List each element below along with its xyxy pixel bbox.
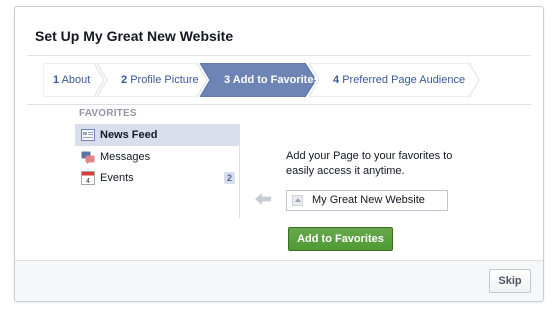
favorite-item-events[interactable]: 4 Events 2	[75, 167, 240, 189]
step-label: Add to Favorites	[232, 74, 320, 86]
events-icon-day: 4	[86, 178, 90, 185]
step-number: 3	[224, 74, 231, 86]
favorite-item-label: News Feed	[100, 129, 158, 141]
favorite-item-label: Messages	[100, 151, 151, 163]
setup-dialog: Set Up My Great New Website 1 About 2 Pr…	[14, 6, 544, 302]
events-count-badge: 2	[223, 172, 235, 184]
messages-icon	[81, 151, 95, 164]
add-to-favorites-button[interactable]: Add to Favorites	[288, 227, 393, 251]
panel-divider	[239, 125, 240, 218]
step-profile-picture[interactable]: 2 Profile Picture	[97, 63, 208, 97]
title-divider	[27, 55, 531, 56]
step-number: 1	[53, 74, 60, 86]
favorite-item-news-feed[interactable]: News Feed	[75, 124, 240, 146]
step-label: About	[61, 74, 91, 86]
step-number: 4	[333, 74, 340, 86]
page-name: My Great New Website	[312, 194, 425, 206]
step-preferred-page-audience[interactable]: 4 Preferred Page Audience	[309, 63, 480, 97]
step-number: 2	[121, 74, 128, 86]
step-label: Preferred Page Audience	[342, 74, 466, 86]
favorite-item-label: Events	[100, 172, 134, 184]
news-feed-icon	[81, 129, 95, 141]
dialog-footer: Skip	[15, 260, 543, 301]
step-add-to-favorites[interactable]: 3 Add to Favorites	[200, 63, 320, 97]
page-picture-icon	[292, 195, 303, 206]
add-to-favorites-instruction: Add your Page to your favorites to easil…	[286, 150, 453, 177]
steps-divider	[27, 104, 531, 105]
favorite-item-messages[interactable]: Messages	[75, 146, 240, 168]
arrow-left-icon	[255, 193, 271, 205]
favorites-heading: FAVORITES	[79, 108, 137, 119]
step-about[interactable]: 1 About	[43, 63, 105, 97]
skip-button[interactable]: Skip	[489, 269, 531, 293]
page-preview: My Great New Website	[286, 190, 448, 211]
dialog-title: Set Up My Great New Website	[35, 28, 234, 44]
step-label: Profile Picture	[130, 74, 199, 86]
step-breadcrumb: 1 About 2 Profile Picture 3 Add to Favor…	[43, 63, 503, 97]
events-icon: 4	[81, 171, 95, 185]
